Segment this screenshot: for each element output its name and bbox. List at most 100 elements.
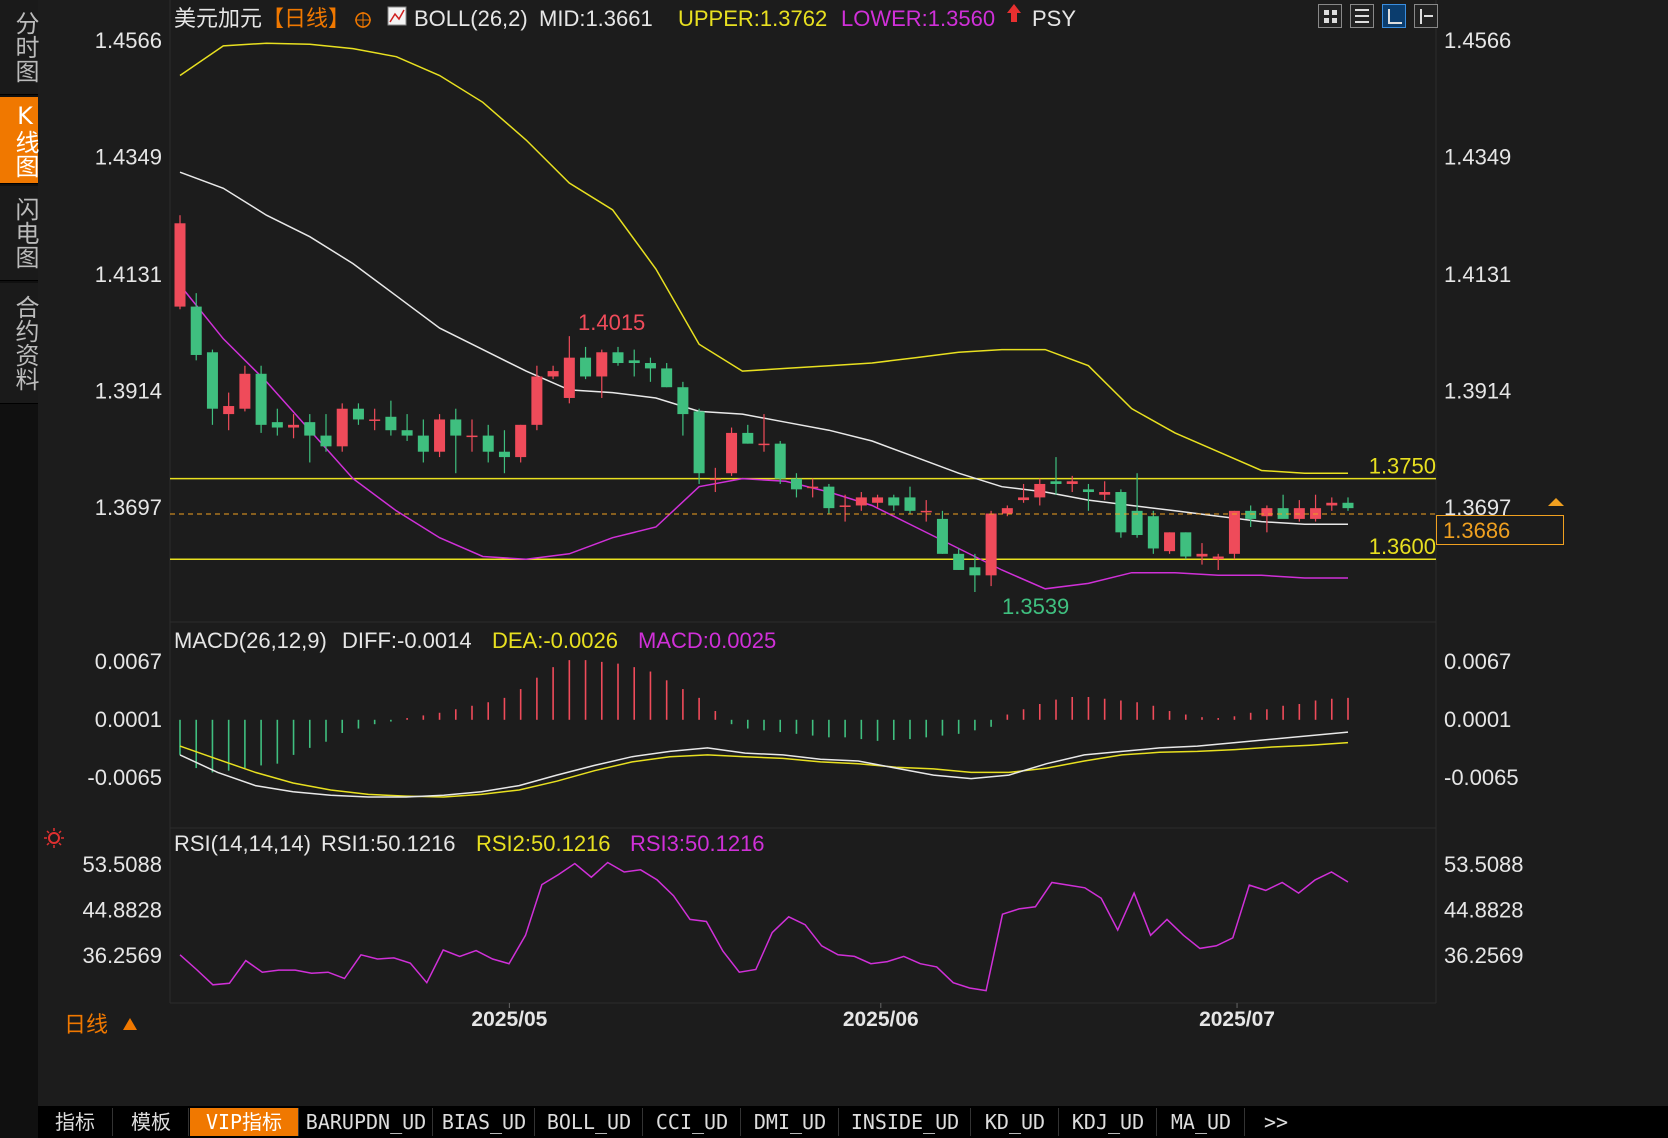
candle-body	[434, 419, 446, 452]
rsi-tick-label-right: 53.5088	[1444, 852, 1524, 877]
chart-mode-icon[interactable]	[1382, 4, 1406, 28]
candle-body	[1212, 556, 1224, 560]
rsi-tick-label-left: 36.2569	[82, 943, 162, 968]
horizontal-levels: 1.3750 1.3600	[170, 454, 1436, 560]
candle-body	[758, 443, 770, 446]
rsi1-value: RSI1:50.1216	[321, 831, 456, 856]
price-tick-label-left: 1.3914	[95, 378, 162, 403]
price-tick-label-left: 1.4131	[95, 262, 162, 287]
layout-icon[interactable]	[1350, 4, 1374, 28]
macd-tick-label-right: 0.0001	[1444, 707, 1511, 732]
price-tick-label-right: 1.4349	[1444, 145, 1511, 170]
time-axis: 2025/05 2025/06 2025/07	[471, 1003, 1275, 1031]
time-tick-label: 2025/07	[1199, 1008, 1275, 1031]
macd-tick-label-left: 0.0001	[95, 707, 162, 732]
high-price-label: 1.4015	[578, 310, 645, 335]
rsi2-value: RSI2:50.1216	[476, 831, 611, 856]
candle-body	[920, 510, 932, 513]
candle-body	[304, 422, 316, 436]
chart-canvas[interactable]: 美元加元 【日线】 BOLL(26,2) MID:1.3661 UPPER:1.…	[0, 0, 1668, 1106]
tab-barupdn[interactable]: BARUPDN_UD	[300, 1108, 433, 1136]
candle-body	[774, 443, 786, 479]
expand-icon[interactable]	[1414, 4, 1438, 28]
candle-body	[1115, 492, 1127, 533]
crosshair-icon[interactable]	[355, 12, 371, 28]
candle-body	[872, 497, 884, 503]
indicator-chart-icon[interactable]	[387, 6, 407, 26]
grid-icon[interactable]	[1318, 4, 1342, 28]
macd-tick-label-left: 0.0067	[95, 649, 162, 674]
macd-diff-value: DIFF:-0.0014	[342, 628, 472, 653]
rsi3-value: RSI3:50.1216	[630, 831, 765, 856]
candle-body	[174, 223, 186, 307]
tab-cci[interactable]: CCI_UD	[644, 1108, 741, 1136]
candle-body	[1018, 497, 1030, 501]
tab-dmi[interactable]: DMI_UD	[742, 1108, 839, 1136]
tab-vip-indicators[interactable]: VIP指标	[190, 1108, 299, 1136]
macd-dea-value: DEA:-0.0026	[492, 628, 618, 653]
candle-body	[190, 306, 202, 355]
candle-body	[466, 435, 478, 438]
rsi-axis: 53.5088 53.5088 44.8828 44.8828 36.2569 36.25…	[82, 852, 1523, 968]
candle-body	[417, 435, 429, 452]
indicator-switch[interactable]: PSY	[1032, 6, 1076, 31]
candle-body	[1034, 483, 1046, 498]
arrow-up-icon[interactable]	[1007, 4, 1021, 22]
rsi-label: RSI(14,14,14)	[174, 831, 311, 856]
tab-more[interactable]: >>	[1246, 1108, 1306, 1136]
low-price-label: 1.3539	[1002, 594, 1069, 619]
candle-body	[352, 408, 364, 420]
price-tick-label-left: 1.3697	[95, 495, 162, 520]
candle-body	[1164, 532, 1176, 552]
boll-upper-line	[179, 42, 1348, 474]
tab-ma[interactable]: MA_UD	[1158, 1108, 1245, 1136]
candle-body	[628, 360, 640, 364]
rsi-tick-label-left: 53.5088	[82, 852, 162, 877]
macd-histogram	[179, 660, 1349, 773]
candle-body	[677, 387, 689, 415]
candle-body	[482, 435, 494, 452]
candle-body	[1261, 508, 1273, 517]
tab-inside[interactable]: INSIDE_UD	[840, 1108, 971, 1136]
candle-body	[1342, 502, 1354, 509]
macd-lines	[179, 731, 1349, 798]
candle-body	[661, 368, 673, 388]
tab-bias[interactable]: BIAS_UD	[434, 1108, 535, 1136]
candle-body	[547, 371, 559, 377]
candle-body	[790, 478, 802, 490]
tab-indicators[interactable]: 指标	[38, 1108, 113, 1136]
boll-lower: LOWER:1.3560	[841, 6, 995, 31]
candle-body	[904, 497, 916, 511]
tab-kdj[interactable]: KDJ_UD	[1060, 1108, 1157, 1136]
candle-body	[823, 486, 835, 509]
candle-body	[1001, 508, 1013, 514]
macd-axis: 0.0067 0.0067 0.0001 0.0001 -0.0065 -0.0065	[87, 649, 1518, 790]
candle-body	[612, 352, 624, 364]
candle-body	[1099, 492, 1111, 495]
candle-body	[936, 518, 948, 554]
boll-mid: MID:1.3661	[539, 6, 653, 31]
macd-tick-label-right: 0.0067	[1444, 649, 1511, 674]
triangle-up-icon[interactable]	[123, 1018, 137, 1030]
period-selector[interactable]: 日线	[64, 1012, 108, 1037]
candle-body	[1326, 502, 1338, 506]
rsi-tick-label-right: 44.8828	[1444, 898, 1524, 923]
candle-body	[385, 416, 397, 431]
tab-kd[interactable]: KD_UD	[972, 1108, 1059, 1136]
candle-body	[985, 513, 997, 576]
candle-body	[369, 419, 381, 421]
price-marker-icon	[1548, 498, 1564, 506]
macd-value: MACD:0.0025	[638, 628, 776, 653]
symbol-name: 美元加元	[174, 7, 262, 32]
tab-templates[interactable]: 模板	[114, 1108, 189, 1136]
tab-boll[interactable]: BOLL_UD	[536, 1108, 643, 1136]
period-label[interactable]: 【日线】	[262, 7, 350, 32]
settings-sun-icon[interactable]	[44, 828, 64, 848]
candle-body	[1082, 489, 1094, 493]
candle-body	[401, 430, 413, 436]
macd-label: MACD(26,12,9)	[174, 628, 327, 653]
candle-body	[1228, 510, 1240, 554]
candle-body	[839, 505, 851, 507]
candle-body	[709, 478, 721, 481]
dea-line	[179, 741, 1349, 798]
